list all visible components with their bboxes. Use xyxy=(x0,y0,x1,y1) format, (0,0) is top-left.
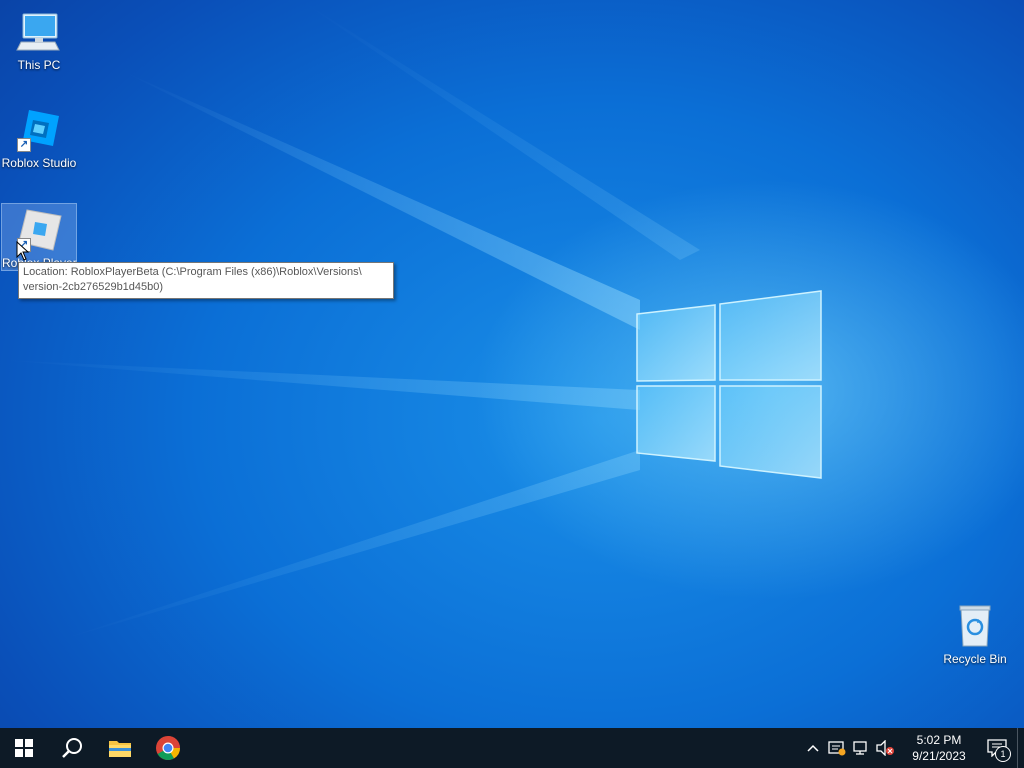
taskbar: 5:02 PM 9/21/2023 1 xyxy=(0,728,1024,768)
windows-logo-wallpaper xyxy=(636,290,822,479)
chrome-button[interactable] xyxy=(144,728,192,768)
windows-logo-icon xyxy=(15,739,33,757)
desktop-icon-roblox-studio[interactable]: ↗ Roblox Studio xyxy=(0,106,78,170)
security-tray-button[interactable] xyxy=(825,728,849,768)
search-icon xyxy=(62,738,82,758)
mouse-cursor-icon xyxy=(16,241,30,261)
clock-time: 5:02 PM xyxy=(916,733,962,747)
wallpaper xyxy=(0,0,822,640)
tooltip-line-2: version-2cb276529b1d45b0) xyxy=(23,281,164,293)
security-icon xyxy=(828,741,846,756)
recycle-bin-label: Recycle Bin xyxy=(943,652,1007,666)
this-pc-icon xyxy=(15,8,63,56)
desktop-icon-recycle-bin[interactable]: Recycle Bin xyxy=(936,602,1014,666)
chrome-icon xyxy=(156,736,180,761)
roblox-studio-icon: ↗ xyxy=(15,106,63,154)
tooltip-line-1: Location: RobloxPlayerBeta (C:\Program F… xyxy=(23,266,362,278)
this-pc-label: This PC xyxy=(17,58,61,72)
shortcut-arrow-icon: ↗ xyxy=(17,138,31,152)
recycle-bin-icon xyxy=(951,602,999,650)
network-tray-button[interactable] xyxy=(849,728,873,768)
action-center-button[interactable]: 1 xyxy=(977,728,1017,768)
folder-icon xyxy=(109,741,131,757)
file-explorer-button[interactable] xyxy=(96,728,144,768)
clock[interactable]: 5:02 PM 9/21/2023 xyxy=(901,732,977,764)
notification-count-badge: 1 xyxy=(995,746,1011,762)
show-desktop-button[interactable] xyxy=(1017,728,1024,768)
chevron-up-icon xyxy=(807,744,819,752)
system-tray: 5:02 PM 9/21/2023 1 xyxy=(801,728,1024,768)
start-button[interactable] xyxy=(0,728,48,768)
search-button[interactable] xyxy=(48,728,96,768)
volume-muted-icon xyxy=(876,740,894,756)
desktop-icon-this-pc[interactable]: This PC xyxy=(0,8,78,72)
location-tooltip: Location: RobloxPlayerBeta (C:\Program F… xyxy=(18,262,394,299)
roblox-studio-label: Roblox Studio xyxy=(1,156,77,170)
show-hidden-icons-button[interactable] xyxy=(801,728,825,768)
network-icon xyxy=(853,741,867,755)
clock-date: 9/21/2023 xyxy=(912,749,966,763)
desktop-icon-roblox-player[interactable]: ↗ Roblox Player xyxy=(1,203,77,271)
volume-tray-button[interactable] xyxy=(873,728,897,768)
